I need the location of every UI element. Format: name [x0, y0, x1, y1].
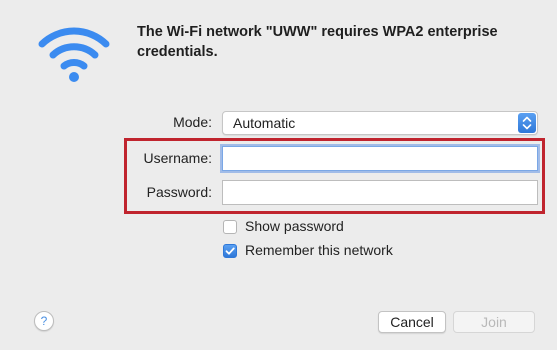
show-password-label[interactable]: Show password	[245, 218, 344, 234]
remember-network-label[interactable]: Remember this network	[245, 242, 393, 258]
dialog-title: The Wi-Fi network "UWW" requires WPA2 en…	[137, 24, 498, 60]
show-password-checkbox[interactable]	[223, 220, 237, 234]
mode-label: Mode:	[173, 114, 212, 130]
wifi-icon	[38, 27, 110, 82]
checkmark-icon	[225, 247, 235, 255]
join-button[interactable]: Join	[453, 311, 535, 333]
help-button[interactable]: ?	[34, 311, 54, 331]
mode-select[interactable]: Automatic	[222, 111, 538, 135]
wifi-credentials-dialog: The Wi-Fi network "UWW" requires WPA2 en…	[0, 0, 557, 350]
chevron-updown-icon	[518, 113, 536, 133]
password-label: Password:	[146, 184, 212, 200]
username-field[interactable]	[222, 146, 538, 171]
password-field[interactable]	[222, 180, 538, 205]
username-label: Username:	[143, 150, 212, 166]
mode-select-value: Automatic	[233, 115, 296, 131]
remember-network-checkbox[interactable]	[223, 244, 237, 258]
cancel-button[interactable]: Cancel	[378, 311, 446, 333]
